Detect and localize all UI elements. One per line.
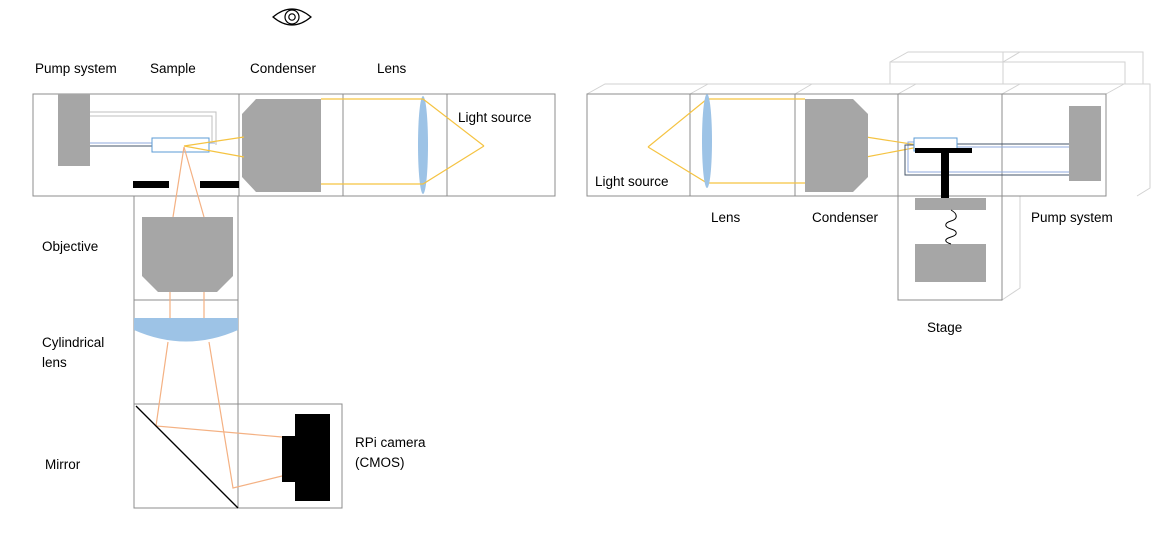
label-light-source: Light source <box>595 174 669 189</box>
stage-plate-left <box>133 181 169 188</box>
label-pump-system: Pump system <box>35 61 117 76</box>
illumination-ray <box>647 98 805 148</box>
eye-icon <box>272 8 312 26</box>
depth-boxes <box>586 51 1151 301</box>
imaging-ray <box>155 341 283 438</box>
stage-post <box>941 151 949 198</box>
label-camera-line1: RPi camera <box>355 435 426 450</box>
imaging-ray <box>208 341 283 489</box>
label-condenser: Condenser <box>812 210 879 225</box>
label-stage: Stage <box>927 320 962 335</box>
stage-spring <box>945 209 957 245</box>
stage-bar <box>915 148 972 153</box>
label-lens: Lens <box>711 210 741 225</box>
label-cylindrical-lens-line1: Cylindrical <box>42 335 104 350</box>
condenser-block <box>805 99 868 192</box>
stage-top-plate <box>915 198 986 210</box>
cylindrical-lens-module-box <box>133 299 239 405</box>
label-lens: Lens <box>377 61 407 76</box>
sample-capillary <box>151 137 210 153</box>
label-pump-system: Pump system <box>1031 210 1113 225</box>
cylindrical-lens <box>134 318 238 342</box>
stage-bottom-plate <box>915 244 986 282</box>
imaging-ray <box>172 146 185 218</box>
label-objective: Objective <box>42 239 98 254</box>
illumination-lens <box>418 96 428 194</box>
label-condenser: Condenser <box>250 61 317 76</box>
label-sample: Sample <box>150 61 196 76</box>
stage-plate-right <box>200 181 239 188</box>
tubing-inner <box>90 115 213 141</box>
label-mirror: Mirror <box>45 457 81 472</box>
right-setup: Light source Lens Condenser Pump system … <box>586 51 1151 335</box>
microscope-diagram: Pump system Sample Condenser Lens Light … <box>32 8 1151 509</box>
camera-block <box>282 414 330 501</box>
left-setup: Pump system Sample Condenser Lens Light … <box>32 61 556 509</box>
illumination-ray <box>647 146 805 184</box>
label-camera-line2: (CMOS) <box>355 455 405 470</box>
pump-block <box>58 94 90 166</box>
label-light-source: Light source <box>458 110 532 125</box>
mirror <box>135 405 239 509</box>
label-cylindrical-lens-line2: lens <box>42 355 67 370</box>
illumination-lens <box>702 94 712 188</box>
illumination-ray <box>321 145 485 185</box>
lens-module-box <box>342 93 448 197</box>
pump-block <box>1069 106 1101 181</box>
condenser-block <box>242 99 321 192</box>
objective-block <box>142 217 233 292</box>
